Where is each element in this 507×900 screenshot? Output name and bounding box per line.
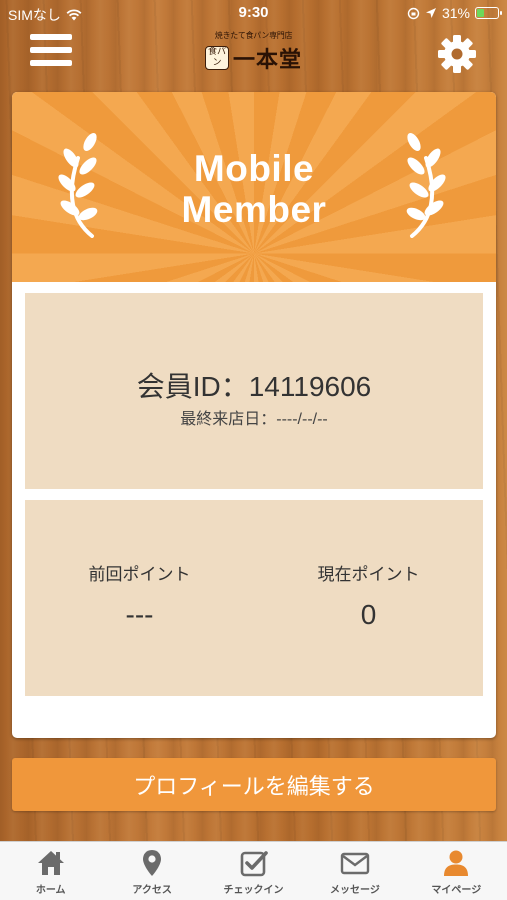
laurel-right-icon xyxy=(406,132,446,238)
app-header: 焼きたて食パン専門店 食パン 一本堂 xyxy=(0,28,507,80)
edit-profile-button[interactable]: プロフィールを編集する xyxy=(12,758,496,811)
gear-icon[interactable] xyxy=(435,32,479,76)
last-visit-date: 最終来店日：----/--/-- xyxy=(180,411,328,428)
battery-percent: 31% xyxy=(441,5,470,21)
orientation-lock-icon xyxy=(407,7,420,19)
map-pin-icon xyxy=(143,850,162,876)
previous-points-value: --- xyxy=(125,599,154,630)
location-arrow-icon xyxy=(425,8,436,18)
hamburger-menu-icon[interactable] xyxy=(30,34,74,74)
current-points-label: 現在ポイント xyxy=(317,565,420,584)
status-bar: SIMなし 9:30 31% xyxy=(0,0,507,28)
tab-mypage-label: マイページ xyxy=(431,885,482,896)
current-points: 現在ポイント 0 xyxy=(254,560,483,631)
tab-mypage[interactable]: マイページ xyxy=(406,842,507,900)
points-panel: 前回ポイント --- 現在ポイント 0 xyxy=(25,500,483,696)
tab-message-label: メッセージ xyxy=(330,885,380,896)
tab-checkin[interactable]: チェックイン xyxy=(203,842,304,900)
previous-points-label: 前回ポイント xyxy=(88,565,191,584)
battery-icon xyxy=(475,7,502,19)
tab-message[interactable]: メッセージ xyxy=(304,842,405,900)
tab-home-label: ホーム xyxy=(35,885,66,896)
status-right: 31% xyxy=(407,5,502,21)
checkin-icon xyxy=(240,851,268,877)
current-points-value: 0 xyxy=(360,599,377,630)
member-card: Mobile Member 会員ID：14119606 最終来店日：----/-… xyxy=(12,92,496,738)
tab-access-label: アクセス xyxy=(132,885,172,896)
tab-access[interactable]: アクセス xyxy=(101,842,202,900)
tab-home[interactable]: ホーム xyxy=(0,842,101,900)
previous-points: 前回ポイント --- xyxy=(25,560,254,631)
app-logo: 焼きたて食パン専門店 食パン 一本堂 xyxy=(190,30,317,76)
user-icon xyxy=(444,850,469,876)
home-icon xyxy=(37,851,64,875)
logo-seal: 食パン xyxy=(204,46,229,70)
member-id: 会員ID：14119606 xyxy=(136,371,372,402)
logo-name: 一本堂 xyxy=(232,47,302,73)
logo-tagline: 焼きたて食パン専門店 xyxy=(214,31,293,40)
member-id-panel: 会員ID：14119606 最終来店日：----/--/-- xyxy=(25,293,483,489)
envelope-icon xyxy=(340,852,370,875)
tab-checkin-label: チェックイン xyxy=(223,885,284,896)
battery-fill xyxy=(477,9,484,17)
bottom-tab-bar: ホーム アクセス チェックイン メッセージ マイページ xyxy=(0,841,507,900)
mobile-member-banner: Mobile Member xyxy=(12,92,496,282)
